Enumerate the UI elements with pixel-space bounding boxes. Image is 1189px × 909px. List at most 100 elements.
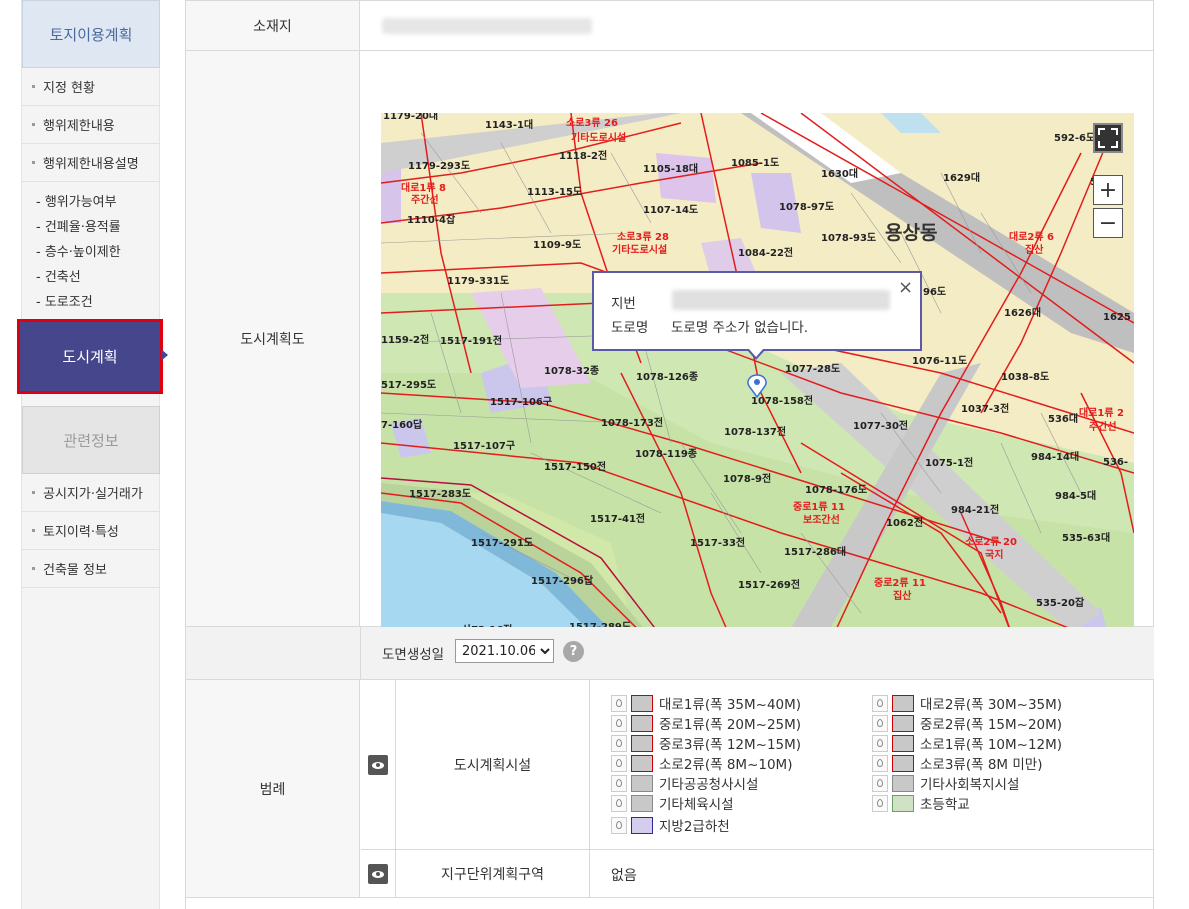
svg-text:1517-41전: 1517-41전 [590, 512, 645, 525]
svg-text:1517-286대: 1517-286대 [784, 545, 846, 558]
pin-icon [872, 734, 888, 752]
svg-text:1179-331도: 1179-331도 [447, 275, 509, 287]
svg-text:중로2류 11: 중로2류 11 [874, 577, 926, 589]
legend-item[interactable]: 대로1류(폭 35M~40M) [611, 693, 801, 713]
date-select[interactable]: 2021.10.06 [455, 639, 554, 663]
legend-swatch [892, 754, 914, 772]
svg-text:535-63대: 535-63대 [1062, 531, 1110, 544]
legend-item[interactable]: 기타체육시설 [611, 793, 734, 813]
legend-swatch [892, 714, 914, 732]
svg-text:1630대: 1630대 [821, 167, 858, 180]
sidebar-item-urban-plan[interactable]: 도시계획 [20, 322, 160, 391]
map-canvas: 1179-20대 1143-1대 소로3류 26 기타도로시설 1179-293… [381, 113, 1134, 662]
legend-item[interactable]: 소로2류(폭 8M~10M) [611, 753, 792, 773]
sidebar-subitem-height[interactable]: - 층수·높이제한 [22, 240, 160, 265]
svg-text:1109-9도: 1109-9도 [533, 239, 581, 251]
svg-text:1062전: 1062전 [886, 516, 923, 529]
district-label: 지구단위계획구역 [396, 850, 590, 898]
legend-item[interactable]: 중로3류(폭 12M~15M) [611, 733, 801, 753]
svg-text:1078-137전: 1078-137전 [724, 425, 786, 438]
svg-text:96도: 96도 [923, 286, 946, 298]
help-icon[interactable]: ? [563, 641, 584, 662]
svg-text:1517-33전: 1517-33전 [690, 536, 745, 549]
popup-road-label: 도로명 [611, 320, 649, 336]
sidebar-item-label: 지정 현황 [43, 81, 95, 96]
svg-text:1076-11도: 1076-11도 [912, 355, 967, 367]
sidebar-subitem-coverage[interactable]: - 건폐율·용적률 [22, 215, 160, 240]
eye-icon [372, 761, 384, 769]
svg-text:1085-1도: 1085-1도 [731, 157, 779, 169]
sidebar-subitem-road[interactable]: - 도로조건 [22, 290, 160, 315]
pin-icon [611, 816, 627, 834]
svg-text:1159-2전: 1159-2전 [381, 333, 429, 346]
svg-text:1517-269전: 1517-269전 [738, 578, 800, 591]
district-eye-cell [361, 850, 396, 898]
legend-swatch [631, 794, 653, 812]
svg-text:536-: 536- [1103, 457, 1128, 468]
popup-close-icon[interactable]: × [898, 279, 913, 297]
eye-icon [372, 870, 384, 878]
sidebar-item-land-price[interactable]: 공시지가·실거래가 [22, 474, 160, 512]
svg-text:1084-22전: 1084-22전 [738, 246, 793, 259]
fullscreen-button[interactable] [1093, 123, 1123, 153]
sidebar-item-land-history[interactable]: 토지이력·특성 [22, 512, 160, 550]
legend-item[interactable]: 지방2급하천 [611, 815, 730, 835]
sidebar-subitem-building-line[interactable]: - 건축선 [22, 265, 160, 290]
pin-icon [872, 714, 888, 732]
pin-icon [611, 794, 627, 812]
legend-item[interactable]: 중로2류(폭 15M~20M) [872, 713, 1062, 733]
sidebar-item-building-info[interactable]: 건축물 정보 [22, 550, 160, 588]
pin-icon [872, 754, 888, 772]
legend-swatch [631, 774, 653, 792]
svg-text:1078-9전: 1078-9전 [723, 472, 771, 485]
legend-text: 대로2류(폭 30M~35M) [920, 697, 1063, 713]
svg-text:1118-2전: 1118-2전 [559, 149, 607, 162]
facility-eye-cell [361, 680, 396, 850]
pin-icon [611, 694, 627, 712]
sidebar-item-label: 공시지가·실거래가 [43, 487, 143, 502]
sidebar-section-land-use[interactable]: 토지이용계획 [22, 0, 160, 68]
facility-visibility-toggle[interactable] [368, 755, 388, 775]
district-subrow: 지구단위계획구역 없음 [361, 850, 1154, 898]
pin-icon [872, 774, 888, 792]
svg-text:1077-30전: 1077-30전 [853, 419, 908, 432]
sidebar-item-restrictions[interactable]: 행위제한내용 [22, 106, 160, 144]
legend-item[interactable]: 소로1류(폭 10M~12M) [872, 733, 1062, 753]
sidebar-subitem-allowed[interactable]: - 행위가능여부 [22, 190, 160, 215]
sidebar-item-restrictions-desc[interactable]: 행위제한내용설명 [22, 144, 160, 182]
svg-text:1517-106구: 1517-106구 [490, 396, 552, 408]
svg-text:주간선: 주간선 [411, 193, 439, 206]
legend-swatch [892, 734, 914, 752]
svg-text:1626대: 1626대 [1004, 306, 1041, 319]
legend-text: 기타공공청사시설 [659, 777, 759, 793]
svg-text:1078-176도: 1078-176도 [805, 484, 867, 496]
district-visibility-toggle[interactable] [368, 864, 388, 884]
urban-plan-map[interactable]: 1179-20대 1143-1대 소로3류 26 기타도로시설 1179-293… [381, 113, 1134, 662]
svg-text:1078-126종: 1078-126종 [636, 371, 698, 383]
sidebar-section-related[interactable]: 관련정보 [22, 406, 160, 474]
svg-text:1075-1전: 1075-1전 [925, 456, 973, 469]
zoom-out-button[interactable]: − [1093, 208, 1123, 238]
sidebar: 토지이용계획 지정 현황 행위제한내용 행위제한내용설명 - 행위가능여부 - … [17, 0, 163, 909]
legend-item[interactable]: 기타사회복지시설 [872, 773, 1019, 793]
svg-text:소로2류 20: 소로2류 20 [965, 536, 1017, 548]
svg-text:기타도로시설: 기타도로시설 [612, 243, 667, 256]
legend-text: 지방2급하천 [659, 819, 730, 835]
svg-text:1517-283도: 1517-283도 [409, 488, 471, 500]
svg-text:집산: 집산 [893, 589, 912, 602]
legend-item[interactable]: 기타공공청사시설 [611, 773, 758, 793]
sidebar-item-designation[interactable]: 지정 현황 [22, 68, 160, 106]
svg-text:592-6도: 592-6도 [1054, 132, 1095, 144]
sidebar-sublist: - 행위가능여부 - 건폐율·용적률 - 층수·높이제한 - 건축선 - 도로조… [22, 190, 160, 315]
legend-item[interactable]: 소로3류(폭 8M 미만) [872, 753, 1042, 773]
facility-subrow: 도시계획시설 대로1류(폭 35M~40M) 중로1류(폭 20M~25M) 중… [361, 680, 1154, 850]
svg-text:1038-8도: 1038-8도 [1001, 371, 1049, 383]
svg-text:소로3류 28: 소로3류 28 [617, 231, 669, 243]
legend-item[interactable]: 초등학교 [872, 793, 970, 813]
svg-text:1517-291도: 1517-291도 [471, 537, 533, 549]
svg-text:보조간선: 보조간선 [803, 513, 840, 526]
legend-item[interactable]: 중로1류(폭 20M~25M) [611, 713, 801, 733]
legend-text: 소로3류(폭 8M 미만) [920, 757, 1043, 773]
legend-item[interactable]: 대로2류(폭 30M~35M) [872, 693, 1062, 713]
zoom-in-button[interactable]: + [1093, 175, 1123, 205]
